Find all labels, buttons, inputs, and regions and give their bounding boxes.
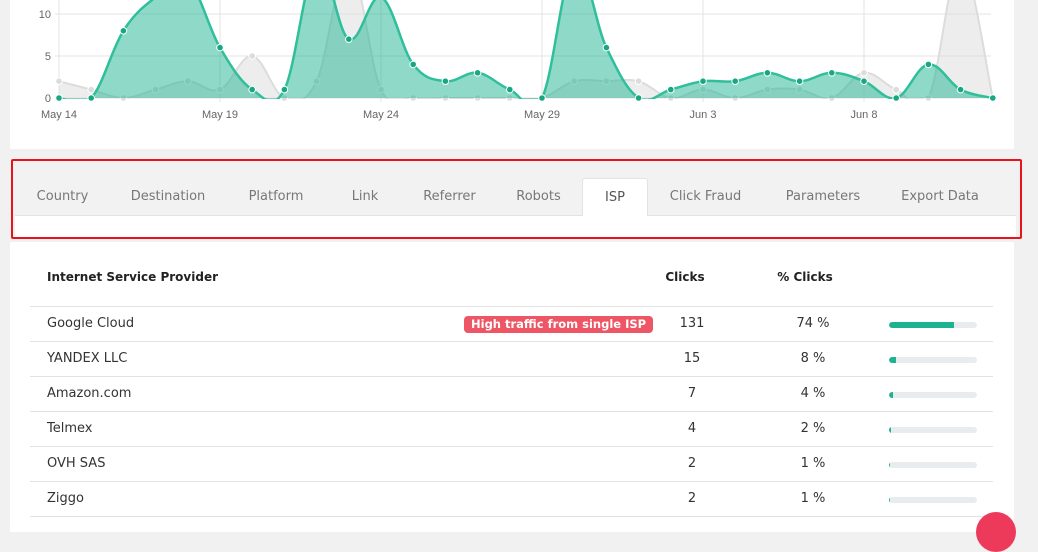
x-tick-label: Jun 8 [851, 109, 878, 121]
series-area-current [59, 0, 993, 99]
tab-referrer[interactable]: Referrer [404, 178, 495, 217]
data-point-current [924, 60, 933, 69]
data-point-current [345, 35, 353, 44]
column-header-provider[interactable]: Internet Service Provider [47, 270, 218, 284]
y-tick-label: 10 [39, 9, 51, 21]
table-row: YANDEX LLC 15 8 % [10, 341, 1014, 377]
table-row: OVH SAS 2 1 % [10, 446, 1014, 482]
tab-platform[interactable]: Platform [226, 178, 326, 217]
pct-progress-bar [889, 392, 977, 398]
clicks-value: 131 [679, 316, 705, 331]
data-point-current [989, 94, 997, 102]
data-point-current [763, 69, 772, 77]
table-row: Amazon.com 7 4 % [10, 376, 1014, 412]
data-point-current [667, 85, 675, 94]
pct-progress-fill [889, 357, 897, 363]
pct-clicks-value: 8 % [800, 351, 826, 366]
clicks-area-chart: 0 5 10 May 14 May 19 May 24 May 29 Jun 3 Jun 8 [39, 0, 997, 121]
data-point-current [280, 85, 289, 94]
pct-progress-fill [889, 462, 891, 468]
data-point-previous [55, 77, 63, 85]
tab-content-area [15, 216, 1016, 237]
row-divider [30, 516, 993, 517]
data-point-current [248, 85, 256, 94]
pct-progress-fill [889, 427, 891, 433]
isp-name: Amazon.com [47, 386, 132, 401]
x-tick-label: May 19 [202, 109, 238, 121]
tabs-bar: Country Destination Platform Link Referrer Ro… [15, 164, 1016, 217]
data-point-current [216, 43, 224, 52]
data-point-current [828, 69, 836, 77]
data-point-current [87, 94, 95, 102]
column-header-pct-clicks[interactable]: % Clicks [775, 270, 835, 284]
tab-isp[interactable]: ISP [582, 178, 648, 217]
data-point-current [699, 77, 707, 85]
y-tick-label: 5 [45, 51, 51, 63]
pct-progress-bar [889, 322, 977, 328]
data-point-current [473, 69, 482, 77]
pct-progress-fill [889, 497, 891, 503]
tab-export-data[interactable]: Export Data [883, 178, 997, 217]
data-point-current [731, 77, 740, 85]
data-point-current [892, 94, 901, 102]
clicks-value: 2 [687, 491, 697, 506]
help-chat-button[interactable] [976, 512, 1016, 552]
data-point-previous [248, 52, 256, 60]
data-point-previous [892, 85, 901, 94]
pct-progress-bar [889, 497, 977, 503]
clicks-chart-card: 0 5 10 May 14 May 19 May 24 May 29 Jun 3 Jun 8 [10, 0, 1014, 149]
pct-clicks-value: 4 % [800, 386, 826, 401]
pct-clicks-value: 2 % [800, 421, 826, 436]
x-tick-label: Jun 3 [690, 109, 717, 121]
clicks-value: 2 [687, 456, 697, 471]
tab-link[interactable]: Link [326, 178, 404, 217]
data-point-current [795, 77, 804, 85]
pct-clicks-value: 1 % [800, 491, 826, 506]
pct-progress-bar [889, 427, 977, 433]
tab-robots[interactable]: Robots [495, 178, 582, 217]
data-point-current [55, 94, 63, 102]
table-row: Google Cloud High traffic from single ISP… [10, 306, 1014, 342]
isp-name: Telmex [47, 421, 93, 436]
data-point-current [860, 77, 868, 85]
x-tick-label: May 24 [363, 109, 399, 121]
isp-name: Ziggo [47, 491, 84, 506]
data-point-current [506, 85, 514, 94]
pct-clicks-value: 1 % [800, 456, 826, 471]
data-point-current [119, 27, 128, 35]
table-row: Ziggo 2 1 % [10, 481, 1014, 517]
data-point-previous [634, 77, 643, 85]
clicks-value: 4 [687, 421, 697, 436]
data-point-previous [860, 69, 868, 77]
tab-destination[interactable]: Destination [110, 178, 226, 217]
column-header-clicks[interactable]: Clicks [655, 270, 715, 284]
pct-progress-fill [889, 322, 955, 328]
x-tick-label: May 14 [41, 109, 77, 121]
tabs-highlight-box: Country Destination Platform Link Referrer Ro… [11, 159, 1022, 239]
isp-name: OVH SAS [47, 456, 106, 471]
table-row: Telmex 4 2 % [10, 411, 1014, 447]
data-point-previous [87, 85, 95, 94]
data-point-current [538, 94, 546, 102]
tab-click-fraud[interactable]: Click Fraud [648, 178, 763, 217]
pct-progress-bar [889, 462, 977, 468]
clicks-value: 7 [687, 386, 697, 401]
x-tick-label: May 29 [524, 109, 560, 121]
warning-badge: High traffic from single ISP [464, 316, 654, 333]
pct-progress-bar [889, 357, 977, 363]
data-point-current [409, 60, 418, 69]
isp-table-card: Internet Service Provider Clicks % Click… [10, 242, 1014, 532]
clicks-value: 15 [683, 351, 701, 366]
data-point-current [441, 77, 450, 85]
pct-progress-fill [889, 392, 893, 398]
tab-country[interactable]: Country [15, 178, 110, 217]
pct-clicks-value: 74 % [796, 316, 830, 331]
y-tick-label: 0 [45, 93, 51, 105]
data-point-current [956, 85, 965, 94]
isp-name: YANDEX LLC [47, 351, 128, 366]
data-point-current [634, 94, 643, 102]
tab-parameters[interactable]: Parameters [763, 178, 883, 217]
isp-name: Google Cloud [47, 316, 135, 331]
data-point-current [602, 43, 611, 52]
